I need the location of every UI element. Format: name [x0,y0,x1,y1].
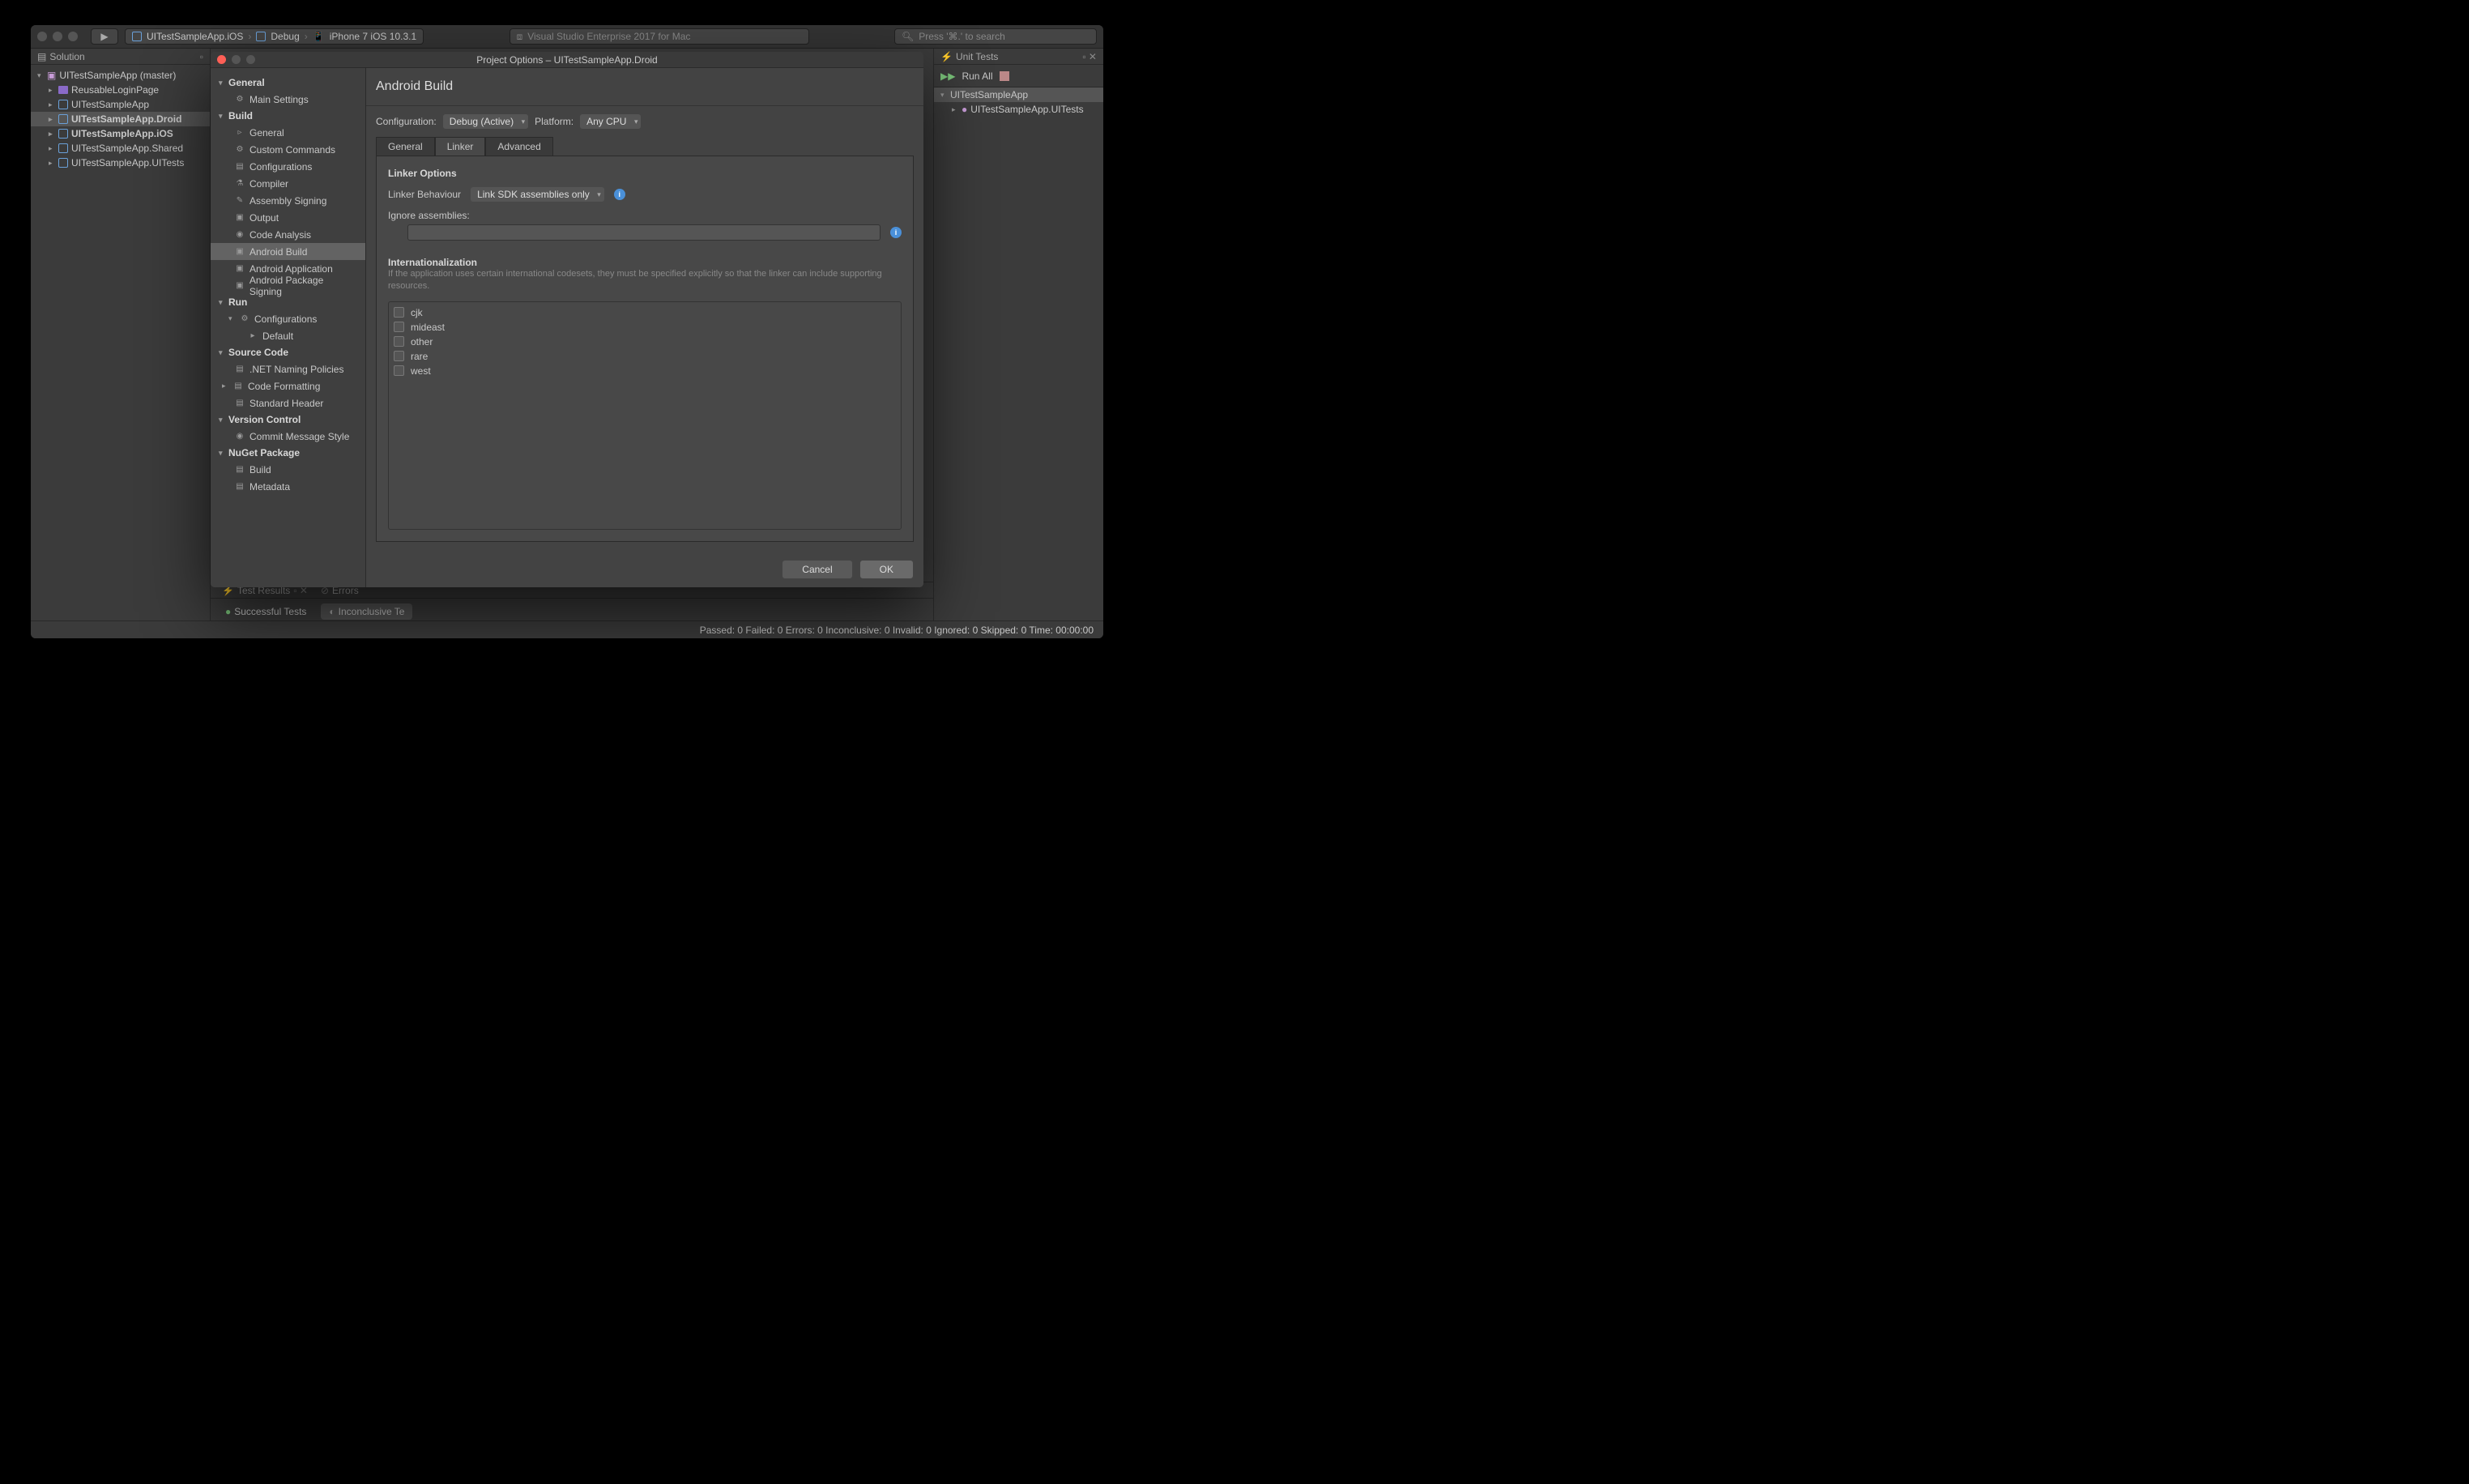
options-category[interactable]: ▾Version Control [211,412,365,428]
options-item[interactable]: ⚙Main Settings [211,91,365,108]
solution-tree: ▾ ▣ UITestSampleApp (master) ▸ReusableLo… [31,65,210,173]
solution-pad-header: ▤ Solution ▫ [31,49,210,65]
i18n-checklist: cjk mideast other rare west [388,301,902,530]
tab-linker[interactable]: Linker [435,137,486,156]
tab-general[interactable]: General [376,137,435,156]
options-item[interactable]: ▣Android Package Signing [211,277,365,294]
project-options-dialog: Project Options – UITestSampleApp.Droid … [211,52,923,587]
titlebar: ▶ UITestSampleApp.iOS › Debug › 📱 iPhone… [31,25,1103,49]
ok-button[interactable]: OK [859,560,914,579]
options-subcategory[interactable]: ▾⚙Configurations [211,310,365,327]
global-search[interactable]: 🔍︎ Press '⌘.' to search [894,28,1097,45]
traffic-lights[interactable] [37,32,78,41]
inconclusive-tests-filter[interactable]: ◐Inconclusive Te [321,603,412,620]
i18n-title: Internationalization [388,257,902,268]
solution-item[interactable]: ▸UITestSampleApp.UITests [31,156,210,170]
device-icon: 📱 [313,31,325,42]
cancel-button[interactable]: Cancel [782,560,852,579]
options-item[interactable]: ▣Android Build [211,243,365,260]
options-item[interactable]: ▤Metadata [211,478,365,495]
config-icon [256,32,266,41]
options-item[interactable]: ▤Build [211,461,365,478]
linker-options-title: Linker Options [388,168,902,179]
options-item[interactable]: ◉Code Analysis [211,226,365,243]
unit-tests-pad: ⚡ Unit Tests ▫ ✕ ▶▶ Run All ▾ UITestSamp… [933,49,1103,620]
options-category[interactable]: ▾NuGet Package [211,445,365,461]
options-item[interactable]: ▸▤Code Formatting [211,377,365,394]
run-all-row[interactable]: ▶▶ Run All [934,65,1103,87]
i18n-checkbox[interactable]: mideast [394,322,896,333]
i18n-checkbox[interactable]: other [394,336,896,348]
bc-device: iPhone 7 iOS 10.3.1 [330,31,416,42]
test-child[interactable]: ▸ ● UITestSampleApp.UITests [934,102,1103,117]
unit-tests-pin-icon[interactable]: ▫ ✕ [1082,51,1097,62]
info-icon[interactable]: i [614,189,625,200]
solution-item[interactable]: ▸ReusableLoginPage [31,83,210,97]
run-button[interactable]: ▶ [91,28,118,45]
solution-root[interactable]: ▾ ▣ UITestSampleApp (master) [31,68,210,83]
options-item[interactable]: ⚗Compiler [211,175,365,192]
options-category[interactable]: ▾Build [211,108,365,124]
test-root[interactable]: ▾ UITestSampleApp [934,87,1103,102]
options-item[interactable]: ◉Commit Message Style [211,428,365,445]
platform-label: Platform: [535,116,574,127]
options-category[interactable]: ▾General [211,75,365,91]
options-item[interactable]: ▸Default [211,327,365,344]
bc-config: Debug [271,31,299,42]
unit-tests-icon: ⚡ [940,51,953,62]
i18n-checkbox[interactable]: west [394,365,896,377]
configuration-dropdown[interactable]: Debug (Active) [443,114,528,129]
options-item[interactable]: ▤.NET Naming Policies [211,360,365,377]
bottom-pads: ⚡Test Results▫ ✕ ⊘Errors ●Successful Tes… [211,582,933,620]
solution-item[interactable]: ▸UITestSampleApp.Shared [31,141,210,156]
ignore-assemblies-input[interactable] [407,224,881,241]
options-panel: Android Build Configuration: Debug (Acti… [366,68,923,587]
dialog-traffic-lights[interactable] [217,55,255,64]
solution-pad: ▤ Solution ▫ ▾ ▣ UITestSampleApp (master… [31,49,211,620]
status-display: ⧈ Visual Studio Enterprise 2017 for Mac [510,28,809,45]
options-item[interactable]: ▤Configurations [211,158,365,175]
solution-icon: ▤ [37,51,46,62]
solution-item[interactable]: ▸UITestSampleApp [31,97,210,112]
options-item[interactable]: ▹General [211,124,365,141]
options-item[interactable]: ▤Standard Header [211,394,365,412]
solution-item[interactable]: ▸UITestSampleApp.iOS [31,126,210,141]
i18n-desc: If the application uses certain internat… [388,268,902,293]
options-item[interactable]: ✎Assembly Signing [211,192,365,209]
configuration-label: Configuration: [376,116,437,127]
unit-tests-header: ⚡ Unit Tests ▫ ✕ [934,49,1103,65]
successful-tests-filter[interactable]: ●Successful Tests [217,603,314,620]
options-category[interactable]: ▾Source Code [211,344,365,360]
solution-item[interactable]: ▸UITestSampleApp.Droid [31,112,210,126]
options-category-tree: ▾General⚙Main Settings▾Build▹General⚙Cus… [211,68,366,587]
bc-project: UITestSampleApp.iOS [147,31,243,42]
vs-icon: ⧈ [517,31,523,43]
linker-behaviour-label: Linker Behaviour [388,189,461,200]
options-item[interactable]: ⚙Custom Commands [211,141,365,158]
pad-options-icon[interactable]: ▫ [200,51,203,62]
info-icon-2[interactable]: i [890,227,902,238]
panel-header: Android Build [366,68,923,106]
run-all-icon: ▶▶ [940,70,955,82]
stop-icon[interactable] [1000,71,1009,81]
status-bar: Passed: 0 Failed: 0 Errors: 0 Inconclusi… [31,620,1103,638]
ignore-assemblies-label: Ignore assemblies: [388,210,902,221]
i18n-checkbox[interactable]: rare [394,351,896,362]
i18n-checkbox[interactable]: cjk [394,307,896,318]
dialog-titlebar: Project Options – UITestSampleApp.Droid [211,52,923,68]
run-config-breadcrumb[interactable]: UITestSampleApp.iOS › Debug › 📱 iPhone 7… [125,28,424,45]
options-item[interactable]: ▣Output [211,209,365,226]
platform-dropdown[interactable]: Any CPU [580,114,641,129]
search-icon: 🔍︎ [902,31,914,42]
tab-advanced[interactable]: Advanced [485,137,552,156]
project-icon [132,32,142,41]
linker-behaviour-dropdown[interactable]: Link SDK assemblies only [471,187,604,202]
